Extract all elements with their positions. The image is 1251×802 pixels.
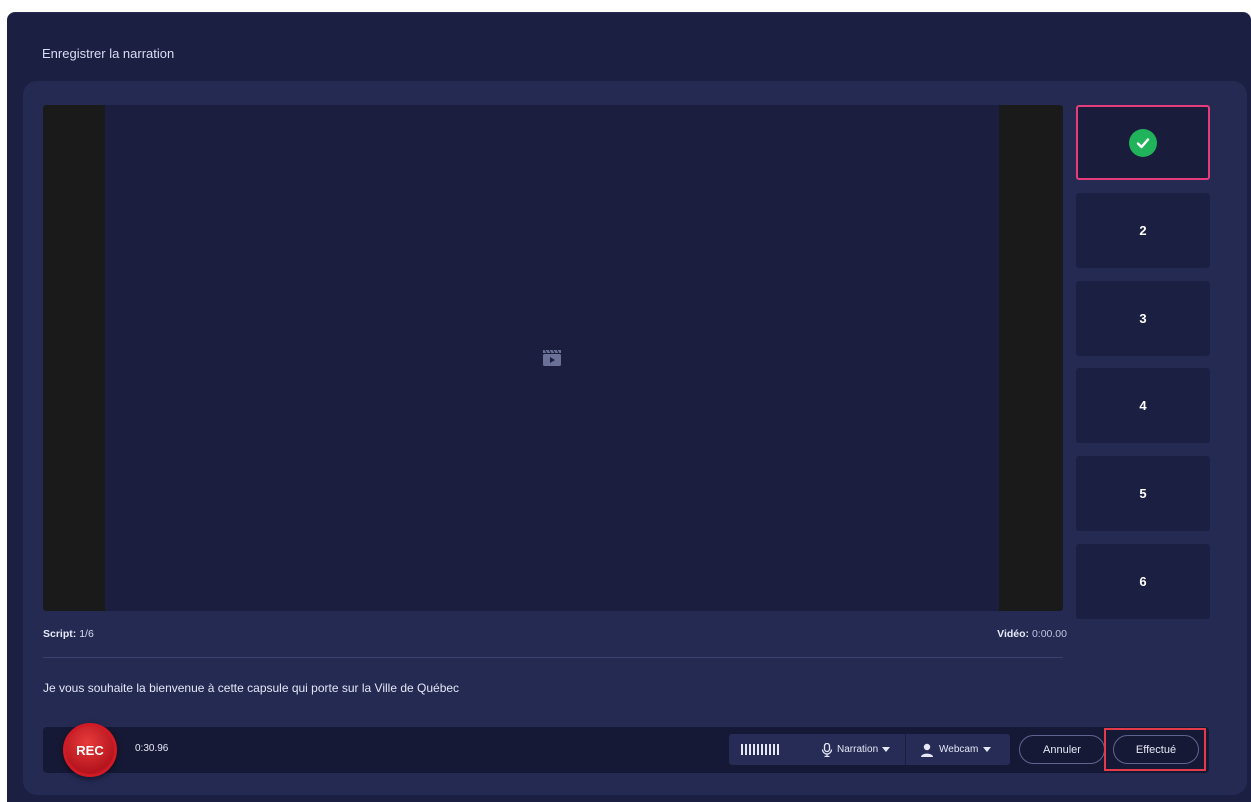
chevron-down-icon: [983, 747, 992, 752]
slide-number: 2: [1139, 223, 1147, 238]
slide-thumb-4[interactable]: 4: [1076, 368, 1210, 443]
script-label: Script:: [43, 628, 77, 640]
video-label: Vidéo:: [997, 628, 1030, 640]
check-icon: [1129, 128, 1157, 157]
divider: [43, 657, 1063, 658]
video-time: Vidéo: 0:00.00: [997, 628, 1067, 640]
slide-thumb-5[interactable]: 5: [1076, 456, 1210, 531]
cancel-button[interactable]: Annuler: [1019, 735, 1105, 764]
slide-thumb-1[interactable]: [1076, 105, 1210, 180]
slide-thumb-2[interactable]: 2: [1076, 193, 1210, 268]
recording-timer: 0:30.96: [135, 743, 169, 754]
highlight-box: [1104, 728, 1206, 771]
recording-panel: 2 3 4 5 6 Script: 1/6 Vidéo: 0:00.00 Je …: [23, 81, 1247, 795]
webcam-select[interactable]: Webcam: [906, 743, 992, 757]
slide-thumb-3[interactable]: 3: [1076, 281, 1210, 356]
device-controls: Narration Webcam: [729, 734, 1010, 765]
video-clip-icon: [543, 349, 561, 366]
rec-button[interactable]: REC: [63, 723, 117, 777]
person-icon: [921, 743, 933, 757]
slide-number: 4: [1139, 398, 1147, 413]
dialog-title: Enregistrer la narration: [42, 46, 175, 61]
video-canvas: [105, 105, 999, 611]
chevron-down-icon: [882, 747, 891, 752]
webcam-label: Webcam: [939, 744, 979, 755]
script-text: Je vous souhaite la bienvenue à cette ca…: [43, 681, 460, 695]
script-value: 1/6: [79, 628, 94, 640]
recorder-bar: REC 0:30.96 Narration Webcam Annuler Eff…: [43, 723, 1209, 777]
app-frame: Enregistrer la narration 2 3 4 5 6 Scrip…: [0, 0, 1251, 802]
video-value: 0:00.00: [1031, 628, 1067, 640]
narration-label: Narration: [837, 744, 879, 755]
microphone-icon: [821, 742, 833, 757]
narration-dialog: Enregistrer la narration 2 3 4 5 6 Scrip…: [7, 12, 1251, 802]
audio-level-meter: [729, 744, 819, 755]
slide-thumb-6[interactable]: 6: [1076, 544, 1210, 619]
slide-number: 5: [1139, 486, 1147, 501]
script-counter: Script: 1/6: [43, 628, 94, 640]
slide-number: 3: [1139, 311, 1147, 326]
video-preview: [43, 105, 1063, 611]
narration-select[interactable]: Narration: [819, 742, 905, 757]
slide-number: 6: [1139, 574, 1147, 589]
